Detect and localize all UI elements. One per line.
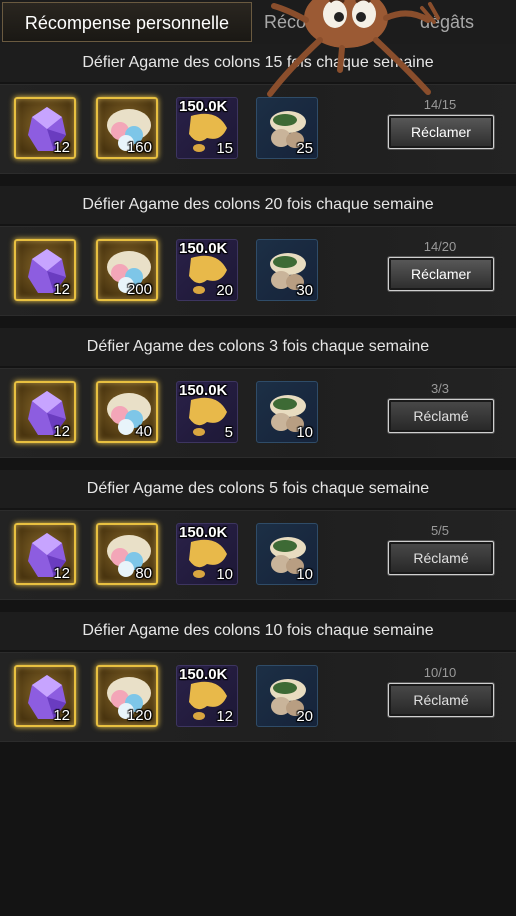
reward-item-food[interactable]: 30 xyxy=(256,239,318,301)
mission-section: Défier Agame des colons 20 fois chaque s… xyxy=(0,186,516,328)
reward-item-food[interactable]: 10 xyxy=(256,523,318,585)
reward-item-dough[interactable]: 40 xyxy=(96,381,158,443)
reward-item-coins[interactable]: 150.0K 5 xyxy=(176,381,238,443)
reward-item-crystal[interactable]: 12 xyxy=(14,523,76,585)
claimed-button[interactable]: Réclamé xyxy=(388,683,494,717)
reward-item-food[interactable]: 10 xyxy=(256,381,318,443)
progress-text: 14/20 xyxy=(423,239,457,254)
ant-mascot-icon xyxy=(267,0,440,97)
reward-row: 12 200 150.0K 20 30 14/20 Réclamer xyxy=(0,226,516,316)
tab-personal-reward[interactable]: Récompense personnelle xyxy=(2,2,252,42)
mission-title: Défier Agame des colons 5 fois chaque se… xyxy=(0,470,516,508)
reward-item-coins[interactable]: 150.0K 12 xyxy=(176,665,238,727)
mission-title: Défier Agame des colons 3 fois chaque se… xyxy=(0,328,516,366)
claim-button[interactable]: Réclamer xyxy=(388,115,494,149)
reward-item-crystal[interactable]: 12 xyxy=(14,239,76,301)
reward-item-dough[interactable]: 80 xyxy=(96,523,158,585)
reward-item-crystal[interactable]: 12 xyxy=(14,381,76,443)
reward-row: 12 40 150.0K 5 10 3/3 Réclamé xyxy=(0,368,516,458)
reward-item-dough[interactable]: 200 xyxy=(96,239,158,301)
reward-item-crystal[interactable]: 12 xyxy=(14,665,76,727)
progress-text: 5/5 xyxy=(430,523,450,538)
mission-title: Défier Agame des colons 20 fois chaque s… xyxy=(0,186,516,224)
claimed-button[interactable]: Réclamé xyxy=(388,541,494,575)
reward-item-coins[interactable]: 150.0K 20 xyxy=(176,239,238,301)
claimed-button[interactable]: Réclamé xyxy=(388,399,494,433)
reward-item-coins[interactable]: 150.0K 10 xyxy=(176,523,238,585)
mission-section: Défier Agame des colons 5 fois chaque se… xyxy=(0,470,516,612)
mission-section: Défier Agame des colons 3 fois chaque se… xyxy=(0,328,516,470)
claim-button[interactable]: Réclamer xyxy=(388,257,494,291)
reward-item-food[interactable]: 20 xyxy=(256,665,318,727)
reward-row: 12 120 150.0K 12 20 10/10 Réclamé xyxy=(0,652,516,742)
reward-item-dough[interactable]: 120 xyxy=(96,665,158,727)
progress-text: 10/10 xyxy=(423,665,457,680)
reward-item-food[interactable]: 25 xyxy=(256,97,318,159)
reward-row: 12 80 150.0K 10 10 5/5 Réclamé xyxy=(0,510,516,600)
reward-item-coins[interactable]: 150.0K 15 xyxy=(176,97,238,159)
progress-text: 3/3 xyxy=(430,381,450,396)
mission-title: Défier Agame des colons 10 fois chaque s… xyxy=(0,612,516,650)
reward-item-dough[interactable]: 160 xyxy=(96,97,158,159)
mission-section: Défier Agame des colons 10 fois chaque s… xyxy=(0,612,516,754)
reward-item-crystal[interactable]: 12 xyxy=(14,97,76,159)
